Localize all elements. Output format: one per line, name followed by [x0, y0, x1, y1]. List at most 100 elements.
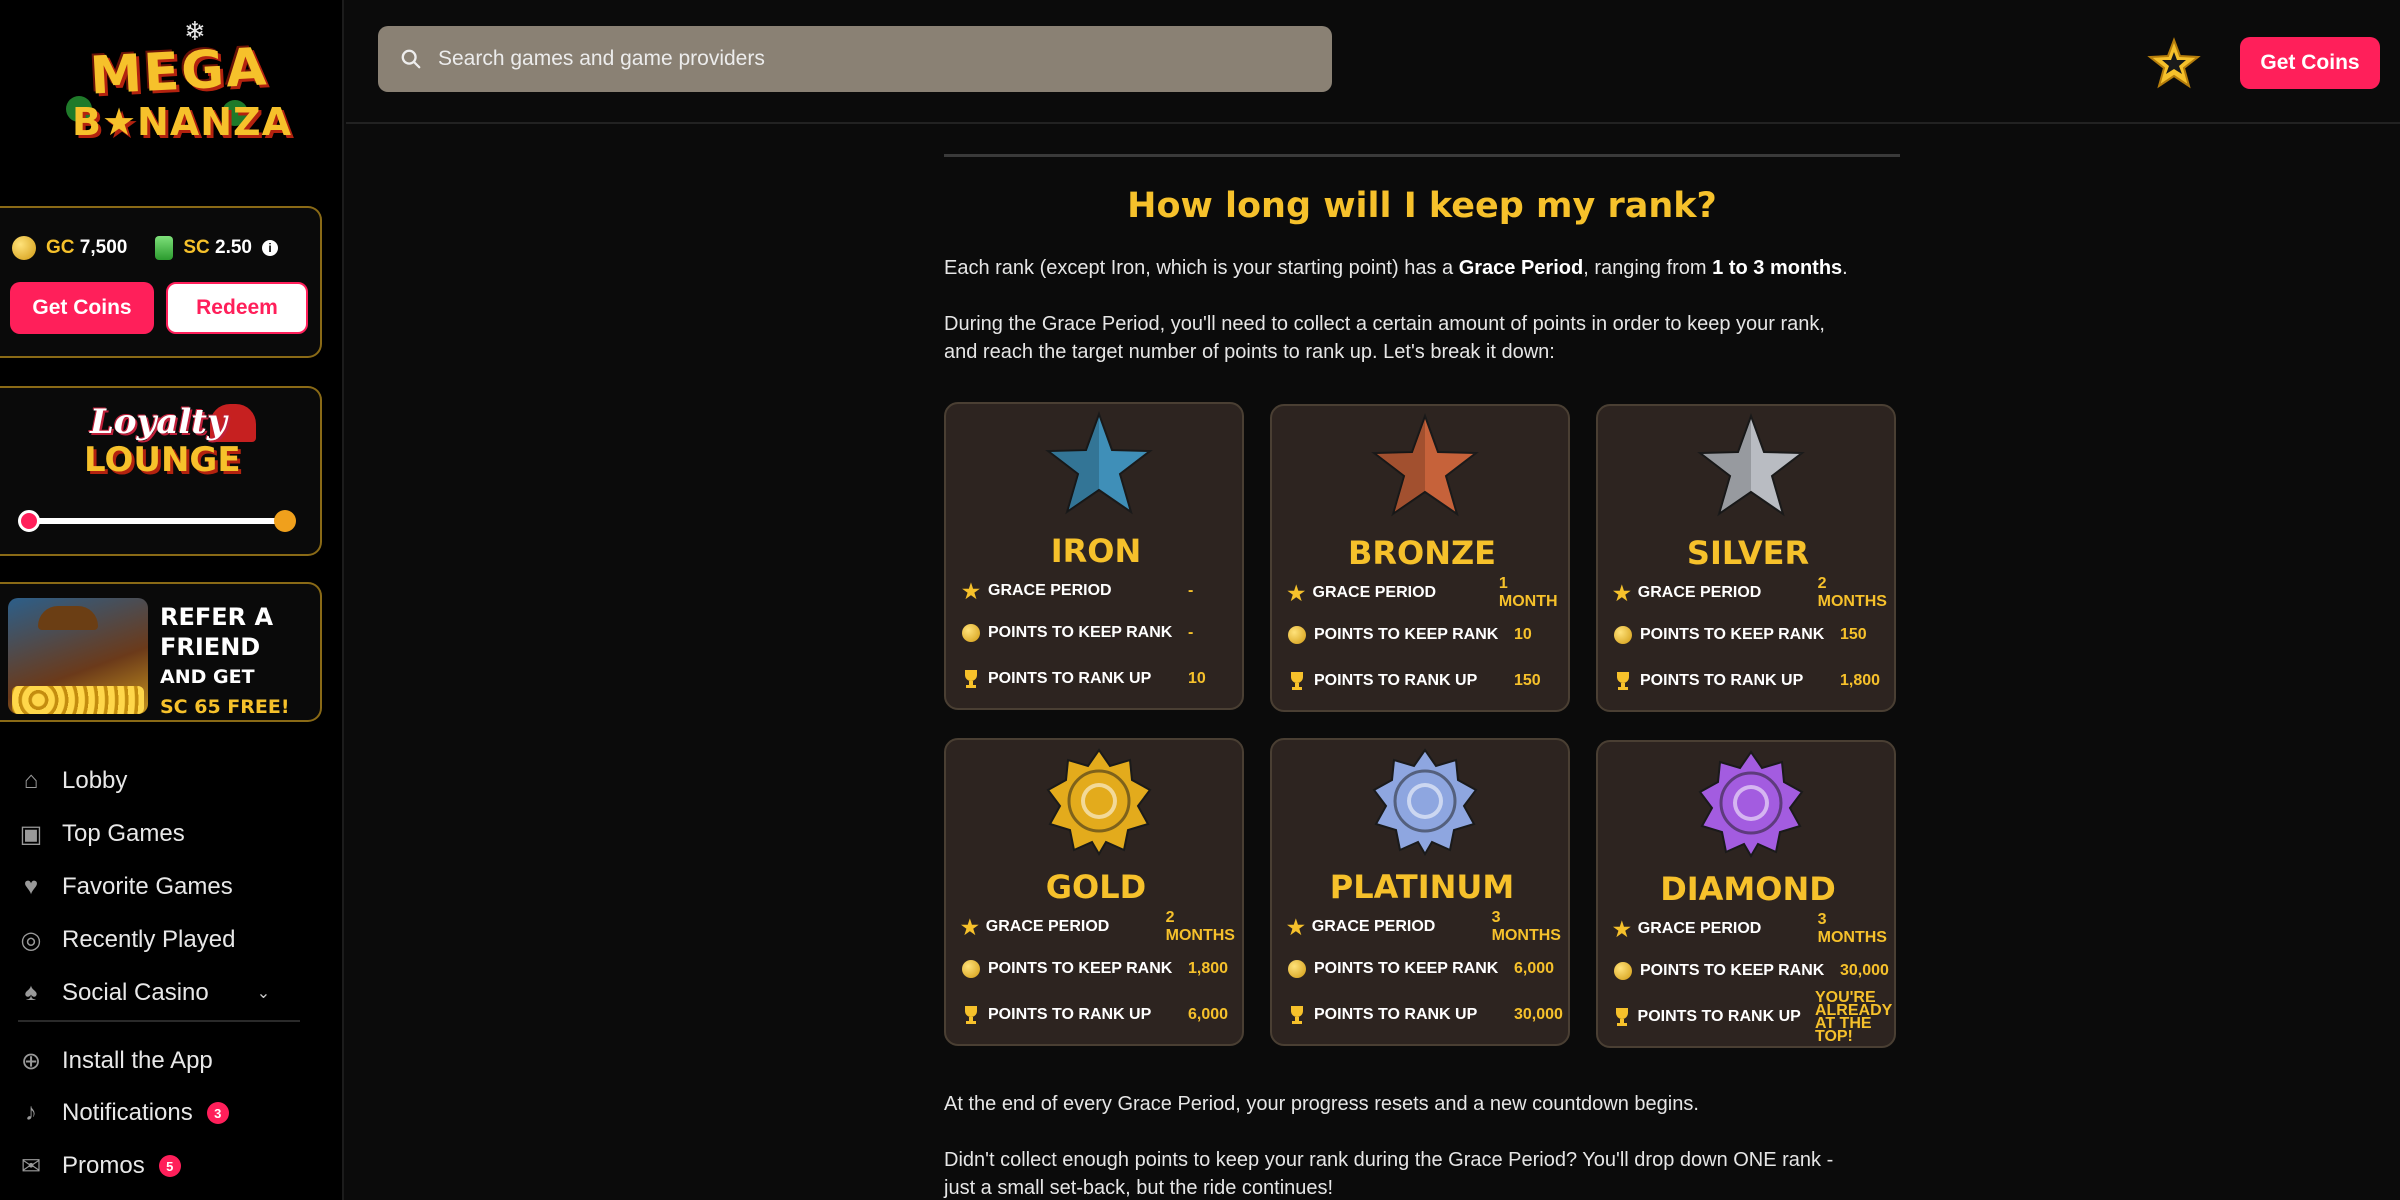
- rank-name: DIAMOND: [1660, 870, 1836, 908]
- rank-row-icon: [1286, 958, 1308, 980]
- rank-row-value: 3 MONTHS: [1491, 909, 1561, 944]
- header-get-coins-button[interactable]: Get Coins: [2240, 37, 2380, 89]
- sc-label: SC: [183, 237, 210, 258]
- nav-top-games-label: Top Games: [62, 820, 185, 847]
- rank-row-keep: POINTS TO KEEP RANK 6,000: [1286, 956, 1566, 982]
- search-bar[interactable]: [378, 26, 1332, 92]
- rank-row-label: POINTS TO RANK UP: [1637, 1008, 1801, 1025]
- star-icon: ★: [962, 580, 980, 603]
- rank-row-icon: ★: [960, 580, 982, 603]
- rank-row-value: 6,000: [1514, 960, 1555, 977]
- star-icon: ★: [1612, 582, 1631, 605]
- rank-row-icon: [960, 668, 982, 690]
- trophy-icon: [965, 1006, 977, 1024]
- rank-badge-icon: [1372, 748, 1478, 856]
- rank-row-up: POINTS TO RANK UP 30,000: [1286, 1002, 1566, 1028]
- section-heading: How long will I keep my rank?: [1127, 186, 1717, 226]
- refer-illustration: [8, 598, 148, 714]
- nav-social-casino-label: Social Casino: [62, 979, 209, 1006]
- reset-paragraph: At the end of every Grace Period, your p…: [944, 1093, 1699, 1115]
- rank-star-icon: [1697, 413, 1805, 517]
- home-icon: ⌂: [23, 767, 39, 794]
- star-icon: ★: [1612, 918, 1631, 941]
- rank-name: GOLD: [1045, 868, 1147, 906]
- info-icon[interactable]: i: [262, 240, 278, 256]
- rank-row-keep: POINTS TO KEEP RANK 10: [1286, 622, 1566, 648]
- drop-rank-line1: Didn't collect enough points to keep you…: [944, 1149, 1834, 1171]
- rank-row-grace: ★ GRACE PERIOD -: [960, 578, 1240, 604]
- star-icon: ★: [1287, 582, 1306, 605]
- rank-row-icon: [960, 622, 982, 644]
- nav-lobby[interactable]: ⌂ Lobby: [18, 758, 318, 804]
- sc-balance: SC 2.50: [183, 237, 252, 259]
- loyalty-logo-line1: Loyalty: [90, 402, 227, 442]
- nav-recently-played-label: Recently Played: [62, 926, 236, 953]
- rank-card-gold: GOLD ★ GRACE PERIOD 2 MONTHS POINTS TO KE…: [944, 738, 1244, 1046]
- rank-row-value: 150: [1514, 672, 1541, 689]
- rank-row-icon: ★: [960, 916, 980, 939]
- sc-value: 2.50: [215, 237, 252, 258]
- nav-favorite-games[interactable]: ♥ Favorite Games: [18, 864, 318, 910]
- rank-row-icon: [1286, 624, 1308, 646]
- get-coins-button[interactable]: Get Coins: [10, 282, 154, 334]
- refer-line4: SC 65 FREE!: [160, 696, 290, 718]
- nav-top-games[interactable]: ▣ Top Games: [18, 811, 318, 857]
- rank-row-value: 30,000: [1514, 1006, 1563, 1023]
- nav-recently-played[interactable]: ◎ Recently Played: [18, 917, 318, 963]
- rank-row-label: POINTS TO RANK UP: [1640, 672, 1804, 689]
- rank-name: IRON: [1050, 532, 1142, 570]
- nav-social-casino[interactable]: ♠ Social Casino ⌄: [18, 970, 318, 1016]
- rank-row-label: POINTS TO RANK UP: [1314, 1006, 1478, 1023]
- rank-row-value: 150: [1840, 626, 1867, 643]
- nav-notifications[interactable]: ♪ Notifications 3: [18, 1090, 318, 1136]
- chevron-down-icon[interactable]: ⌄: [257, 983, 270, 1003]
- rank-row-icon: [960, 958, 982, 980]
- coin-icon: [1288, 960, 1306, 978]
- rank-row-icon: [1612, 624, 1634, 646]
- rank-star-icon: [1045, 411, 1153, 515]
- sweeps-coin-icon: [155, 236, 174, 260]
- nav-lobby-label: Lobby: [62, 767, 128, 794]
- rank-row-label: POINTS TO RANK UP: [1314, 672, 1478, 689]
- main-content: How long will I keep my rank? Each rank …: [944, 124, 1900, 1200]
- rank-row-label: GRACE PERIOD: [1312, 584, 1437, 601]
- refer-line3: AND GET: [160, 666, 255, 688]
- rank-row-icon: ★: [1286, 916, 1306, 939]
- refer-friend-banner[interactable]: REFER A FRIEND AND GET SC 65 FREE!: [0, 582, 322, 722]
- coin-icon: [962, 960, 980, 978]
- trophy-icon: [965, 670, 977, 688]
- rank-row-grace: ★ GRACE PERIOD 1 MONTH: [1286, 575, 1566, 610]
- intro-text-c: , ranging from: [1583, 257, 1713, 279]
- grace-explanation-line1: During the Grace Period, you'll need to …: [944, 313, 1825, 335]
- rank-row-grace: ★ GRACE PERIOD 2 MONTHS: [1612, 575, 1892, 610]
- loyalty-progress-track: [22, 518, 288, 524]
- spade-icon: ♠: [24, 979, 38, 1006]
- search-input[interactable]: [438, 47, 1318, 71]
- section-divider: [944, 154, 1900, 157]
- nav-promos[interactable]: ✉ Promos 5: [18, 1143, 318, 1189]
- rank-row-value: 3 MONTHS: [1817, 911, 1887, 946]
- loyalty-lounge-panel[interactable]: Loyalty LOUNGE: [0, 386, 322, 556]
- redeem-button[interactable]: Redeem: [166, 282, 308, 334]
- gc-value: 7,500: [79, 237, 128, 258]
- star-icon: ★: [1286, 916, 1305, 939]
- nav-favorite-games-label: Favorite Games: [62, 873, 233, 900]
- rank-row-value: 1,800: [1840, 672, 1881, 689]
- grace-explanation-line2: and reach the target number of points to…: [944, 341, 1555, 363]
- nav-divider: [18, 1020, 300, 1022]
- rank-row-icon: [1612, 960, 1634, 982]
- intro-text-e: .: [1842, 257, 1848, 279]
- rank-row-label: GRACE PERIOD: [1311, 918, 1436, 935]
- rank-row-icon: [1612, 670, 1634, 692]
- nav-install-app[interactable]: ⊕ Install the App: [18, 1038, 318, 1084]
- rank-row-label: POINTS TO KEEP RANK: [988, 960, 1173, 977]
- promos-count-badge: 5: [158, 1155, 181, 1177]
- brand-logo[interactable]: ❄ MEGA B★NANZA: [64, 16, 291, 158]
- rank-row-label: GRACE PERIOD: [1637, 584, 1762, 601]
- rank-row-value: 2 MONTHS: [1165, 909, 1235, 944]
- rank-row-label: POINTS TO KEEP RANK: [1314, 626, 1499, 643]
- balance-row: GC 7,500 SC 2.50 i: [12, 236, 278, 260]
- rank-row-value: 1,800: [1188, 960, 1229, 977]
- gc-balance: GC 7,500: [46, 237, 127, 259]
- loyalty-star-icon[interactable]: [2146, 36, 2202, 92]
